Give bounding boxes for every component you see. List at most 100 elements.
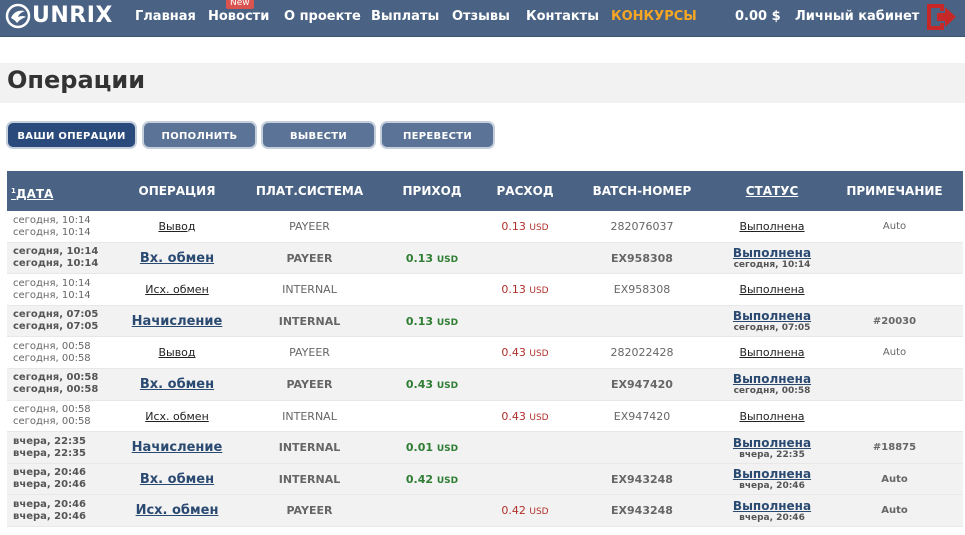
- date-cell: вчера, 22:35 вчера, 22:35: [13, 432, 133, 463]
- system-cell: INTERNAL: [247, 432, 372, 463]
- system-cell: INTERNAL: [247, 401, 372, 432]
- transfer-button[interactable]: ПЕРЕВЕСТИ: [380, 121, 495, 149]
- income-cell: 0.42 USD: [382, 464, 482, 495]
- payment-system: INTERNAL: [278, 441, 341, 455]
- operation-cell: Вх. обмен: [117, 464, 237, 495]
- table-row: сегодня, 00:58 сегодня, 00:58 Вывод PAYE…: [7, 337, 963, 369]
- nav-contacts[interactable]: Контакты: [526, 9, 599, 24]
- header-date[interactable]: 1ДАТА: [11, 171, 71, 211]
- operation-link[interactable]: Вывод: [158, 220, 195, 233]
- status-link[interactable]: Выполнена: [739, 346, 804, 359]
- operation-link[interactable]: Исх. обмен: [136, 503, 219, 518]
- batch-number: EX943248: [611, 472, 673, 486]
- deposit-button[interactable]: ПОПОЛНИТЬ: [142, 121, 257, 149]
- status-cell: Выполнена сегодня, 10:14: [717, 243, 827, 274]
- income-cell: 0.13 USD: [382, 243, 482, 274]
- logo-text: UNRIX: [32, 3, 113, 28]
- nav-about[interactable]: О проекте: [284, 9, 361, 24]
- note-cell: Auto: [837, 337, 952, 368]
- balance-display: 0.00 $: [735, 9, 781, 24]
- payment-system: INTERNAL: [278, 314, 341, 328]
- expense-amount: 0.13 USD: [501, 220, 549, 233]
- operation-cell: Исх. обмен: [117, 274, 237, 305]
- operation-cell: Вывод: [117, 211, 237, 242]
- operation-link[interactable]: Начисление: [132, 314, 223, 329]
- system-cell: INTERNAL: [247, 274, 372, 305]
- note-text: Auto: [881, 505, 908, 517]
- payment-system: PAYEER: [286, 377, 333, 391]
- operation-cell: Исх. обмен: [117, 495, 237, 526]
- note-text: Auto: [881, 473, 908, 485]
- status-link[interactable]: Выполнена: [739, 410, 804, 423]
- batch-number: EX947420: [611, 377, 673, 391]
- operation-link[interactable]: Вх. обмен: [140, 472, 214, 487]
- status-link[interactable]: Выполнена: [733, 309, 811, 323]
- operation-link[interactable]: Начисление: [132, 440, 223, 455]
- batch-cell: EX943248: [577, 495, 707, 526]
- nav-payouts[interactable]: Выплаты: [371, 9, 439, 24]
- date-cell: сегодня, 10:14 сегодня, 10:14: [13, 274, 133, 305]
- status-link[interactable]: Выполнена: [739, 220, 804, 233]
- expense-cell: [475, 464, 575, 495]
- status-link[interactable]: Выполнена: [733, 246, 811, 260]
- income-cell: [382, 401, 482, 432]
- note-cell: [837, 401, 952, 432]
- status-link[interactable]: Выполнена: [739, 283, 804, 296]
- operation-link[interactable]: Исх. обмен: [145, 410, 209, 423]
- system-cell: PAYEER: [247, 211, 372, 242]
- system-cell: INTERNAL: [247, 464, 372, 495]
- date-line: вчера, 20:46: [13, 467, 86, 479]
- operation-link[interactable]: Вывод: [158, 346, 195, 359]
- table-row: сегодня, 07:05 сегодня, 07:05 Начисление…: [7, 305, 963, 338]
- status-cell: Выполнена сегодня, 07:05: [717, 306, 827, 337]
- page-title-bar: Операции: [0, 63, 965, 103]
- expense-cell: [475, 432, 575, 463]
- header-note: ПРИМЕЧАНИЕ: [846, 184, 943, 198]
- status-link[interactable]: Выполнена: [733, 467, 811, 481]
- operation-link[interactable]: Вх. обмен: [140, 251, 214, 266]
- income-amount: 0.13 USD: [405, 314, 459, 328]
- nav-contests[interactable]: КОНКУРСЫ: [611, 9, 697, 24]
- date-cell: вчера, 20:46 вчера, 20:46: [13, 464, 133, 495]
- expense-cell: 0.43 USD: [475, 401, 575, 432]
- status-cell: Выполнена: [717, 211, 827, 242]
- batch-cell: EX943248: [577, 464, 707, 495]
- status-link[interactable]: Выполнена: [733, 499, 811, 513]
- operation-cell: Начисление: [117, 306, 237, 337]
- operation-link[interactable]: Исх. обмен: [145, 283, 209, 296]
- your-operations-button[interactable]: ВАШИ ОПЕРАЦИИ: [6, 121, 137, 149]
- income-amount: 0.42 USD: [405, 472, 459, 486]
- expense-cell: 0.43 USD: [475, 337, 575, 368]
- withdraw-button[interactable]: ВЫВЕСТИ: [261, 121, 376, 149]
- header-status[interactable]: СТАТУС: [717, 171, 827, 211]
- batch-cell: EX958308: [577, 274, 707, 305]
- nav-news[interactable]: Новости: [208, 9, 269, 24]
- nav-reviews[interactable]: Отзывы: [452, 9, 510, 24]
- status-link[interactable]: Выполнена: [733, 436, 811, 450]
- site-logo[interactable]: UNRIX: [5, 3, 113, 29]
- date-line: сегодня, 10:14: [13, 246, 99, 258]
- payment-system: PAYEER: [286, 504, 333, 518]
- status-link[interactable]: Выполнена: [733, 372, 811, 386]
- logout-icon[interactable]: [924, 1, 958, 33]
- batch-number: EX943248: [611, 504, 673, 518]
- system-cell: PAYEER: [247, 495, 372, 526]
- note-cell: Auto: [837, 211, 952, 242]
- income-amount: 0.43 USD: [405, 377, 459, 391]
- operation-link[interactable]: Вх. обмен: [140, 377, 214, 392]
- expense-cell: 0.13 USD: [475, 274, 575, 305]
- payment-system: PAYEER: [289, 220, 330, 233]
- note-cell: [837, 274, 952, 305]
- payment-system: INTERNAL: [278, 472, 341, 486]
- date-line: вчера, 20:46: [13, 498, 86, 510]
- nav-home[interactable]: Главная: [135, 9, 196, 24]
- personal-cabinet-link[interactable]: Личный кабинет: [795, 9, 919, 24]
- system-cell: INTERNAL: [247, 306, 372, 337]
- date-cell: сегодня, 07:05 сегодня, 07:05: [13, 306, 133, 337]
- payment-system: INTERNAL: [282, 409, 337, 423]
- header-payment-system: ПЛАТ.СИСТЕМА: [255, 184, 364, 198]
- date-line: вчера, 20:46: [13, 510, 86, 522]
- payment-system: PAYEER: [289, 346, 330, 360]
- expense-amount: 0.42 USD: [501, 504, 549, 518]
- status-cell: Выполнена вчера, 20:46: [717, 464, 827, 495]
